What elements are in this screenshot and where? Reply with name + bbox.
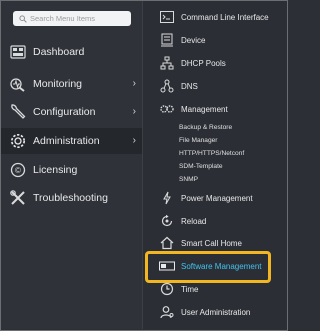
terminal-icon <box>159 9 175 25</box>
submenu-label-device: Device <box>181 35 206 45</box>
gear-icon <box>9 132 27 150</box>
search-icon <box>19 14 27 23</box>
network-icon <box>159 55 175 71</box>
nav-item-licensing[interactable]: © Licensing <box>1 157 142 183</box>
submenu-item-reload[interactable]: Reload <box>143 212 287 230</box>
submenu-sub-http-https-netconf[interactable]: HTTP/HTTPS/Netconf <box>179 150 244 157</box>
monitoring-icon <box>9 75 27 93</box>
nav-label-licensing: Licensing <box>33 164 78 176</box>
tools-icon <box>9 189 27 207</box>
submenu-item-power-management[interactable]: Power Management <box>143 189 287 207</box>
nav-label-administration: Administration <box>33 135 100 147</box>
submenu-label-reload: Reload <box>181 216 207 226</box>
clock-icon <box>159 281 175 297</box>
license-icon: © <box>9 161 27 179</box>
submenu-label-smart-call-home: Smart Call Home <box>181 238 242 248</box>
submenu-label-time: Time <box>181 284 199 294</box>
chevron-right-icon: › <box>132 106 136 117</box>
nav-item-troubleshooting[interactable]: Troubleshooting <box>1 185 142 211</box>
submenu-label-dhcp-pools: DHCP Pools <box>181 58 226 68</box>
nav-label-troubleshooting: Troubleshooting <box>33 192 108 204</box>
home-icon <box>159 235 175 251</box>
submenu-sub-file-manager[interactable]: File Manager <box>179 137 217 144</box>
nav-item-dashboard[interactable]: Dashboard <box>1 39 142 65</box>
nav-item-administration[interactable]: Administration › <box>1 128 142 154</box>
submenu-item-device[interactable]: Device <box>143 31 287 49</box>
submenu-label-user-administration: User Administration <box>181 307 251 317</box>
device-icon <box>159 32 175 48</box>
search-input[interactable]: Search Menu Items <box>13 11 131 26</box>
submenu-label-power-management: Power Management <box>181 193 253 203</box>
nav-label-dashboard: Dashboard <box>33 46 85 58</box>
submenu-sub-sdm-template[interactable]: SDM-Template <box>179 163 223 170</box>
submenu-item-management[interactable]: Management <box>143 100 287 118</box>
nav-label-configuration: Configuration <box>33 106 96 118</box>
selection-highlight-box <box>145 251 271 283</box>
submenu-item-dns[interactable]: DNS <box>143 77 287 95</box>
svg-text:©: © <box>15 166 21 175</box>
submenu-label-cli: Command Line Interface <box>181 12 269 22</box>
chevron-right-icon: › <box>132 78 136 89</box>
submenu-item-user-administration[interactable]: User Administration <box>143 303 287 321</box>
nav-label-monitoring: Monitoring <box>33 78 83 90</box>
search-placeholder: Search Menu Items <box>30 14 96 23</box>
reload-icon <box>159 213 175 229</box>
wrench-icon <box>9 103 27 121</box>
submenu-label-management: Management <box>181 104 228 114</box>
submenu-sub-backup-restore[interactable]: Backup & Restore <box>179 124 232 131</box>
user-icon <box>159 304 175 320</box>
submenu-sub-snmp[interactable]: SNMP <box>179 176 198 183</box>
dashboard-icon <box>9 43 27 61</box>
submenu-item-cli[interactable]: Command Line Interface <box>143 8 287 26</box>
submenu-item-dhcp-pools[interactable]: DHCP Pools <box>143 54 287 72</box>
submenu-item-smart-call-home[interactable]: Smart Call Home <box>143 234 287 252</box>
main-menu-panel: Search Menu Items Dashboard Monitoring ›… <box>1 1 142 329</box>
dns-icon <box>159 78 175 94</box>
nav-item-monitoring[interactable]: Monitoring › <box>1 71 142 97</box>
submenu-label-dns: DNS <box>181 81 198 91</box>
nav-item-configuration[interactable]: Configuration › <box>1 99 142 125</box>
management-icon <box>159 101 175 117</box>
power-icon <box>159 190 175 206</box>
chevron-right-icon: › <box>132 135 136 146</box>
